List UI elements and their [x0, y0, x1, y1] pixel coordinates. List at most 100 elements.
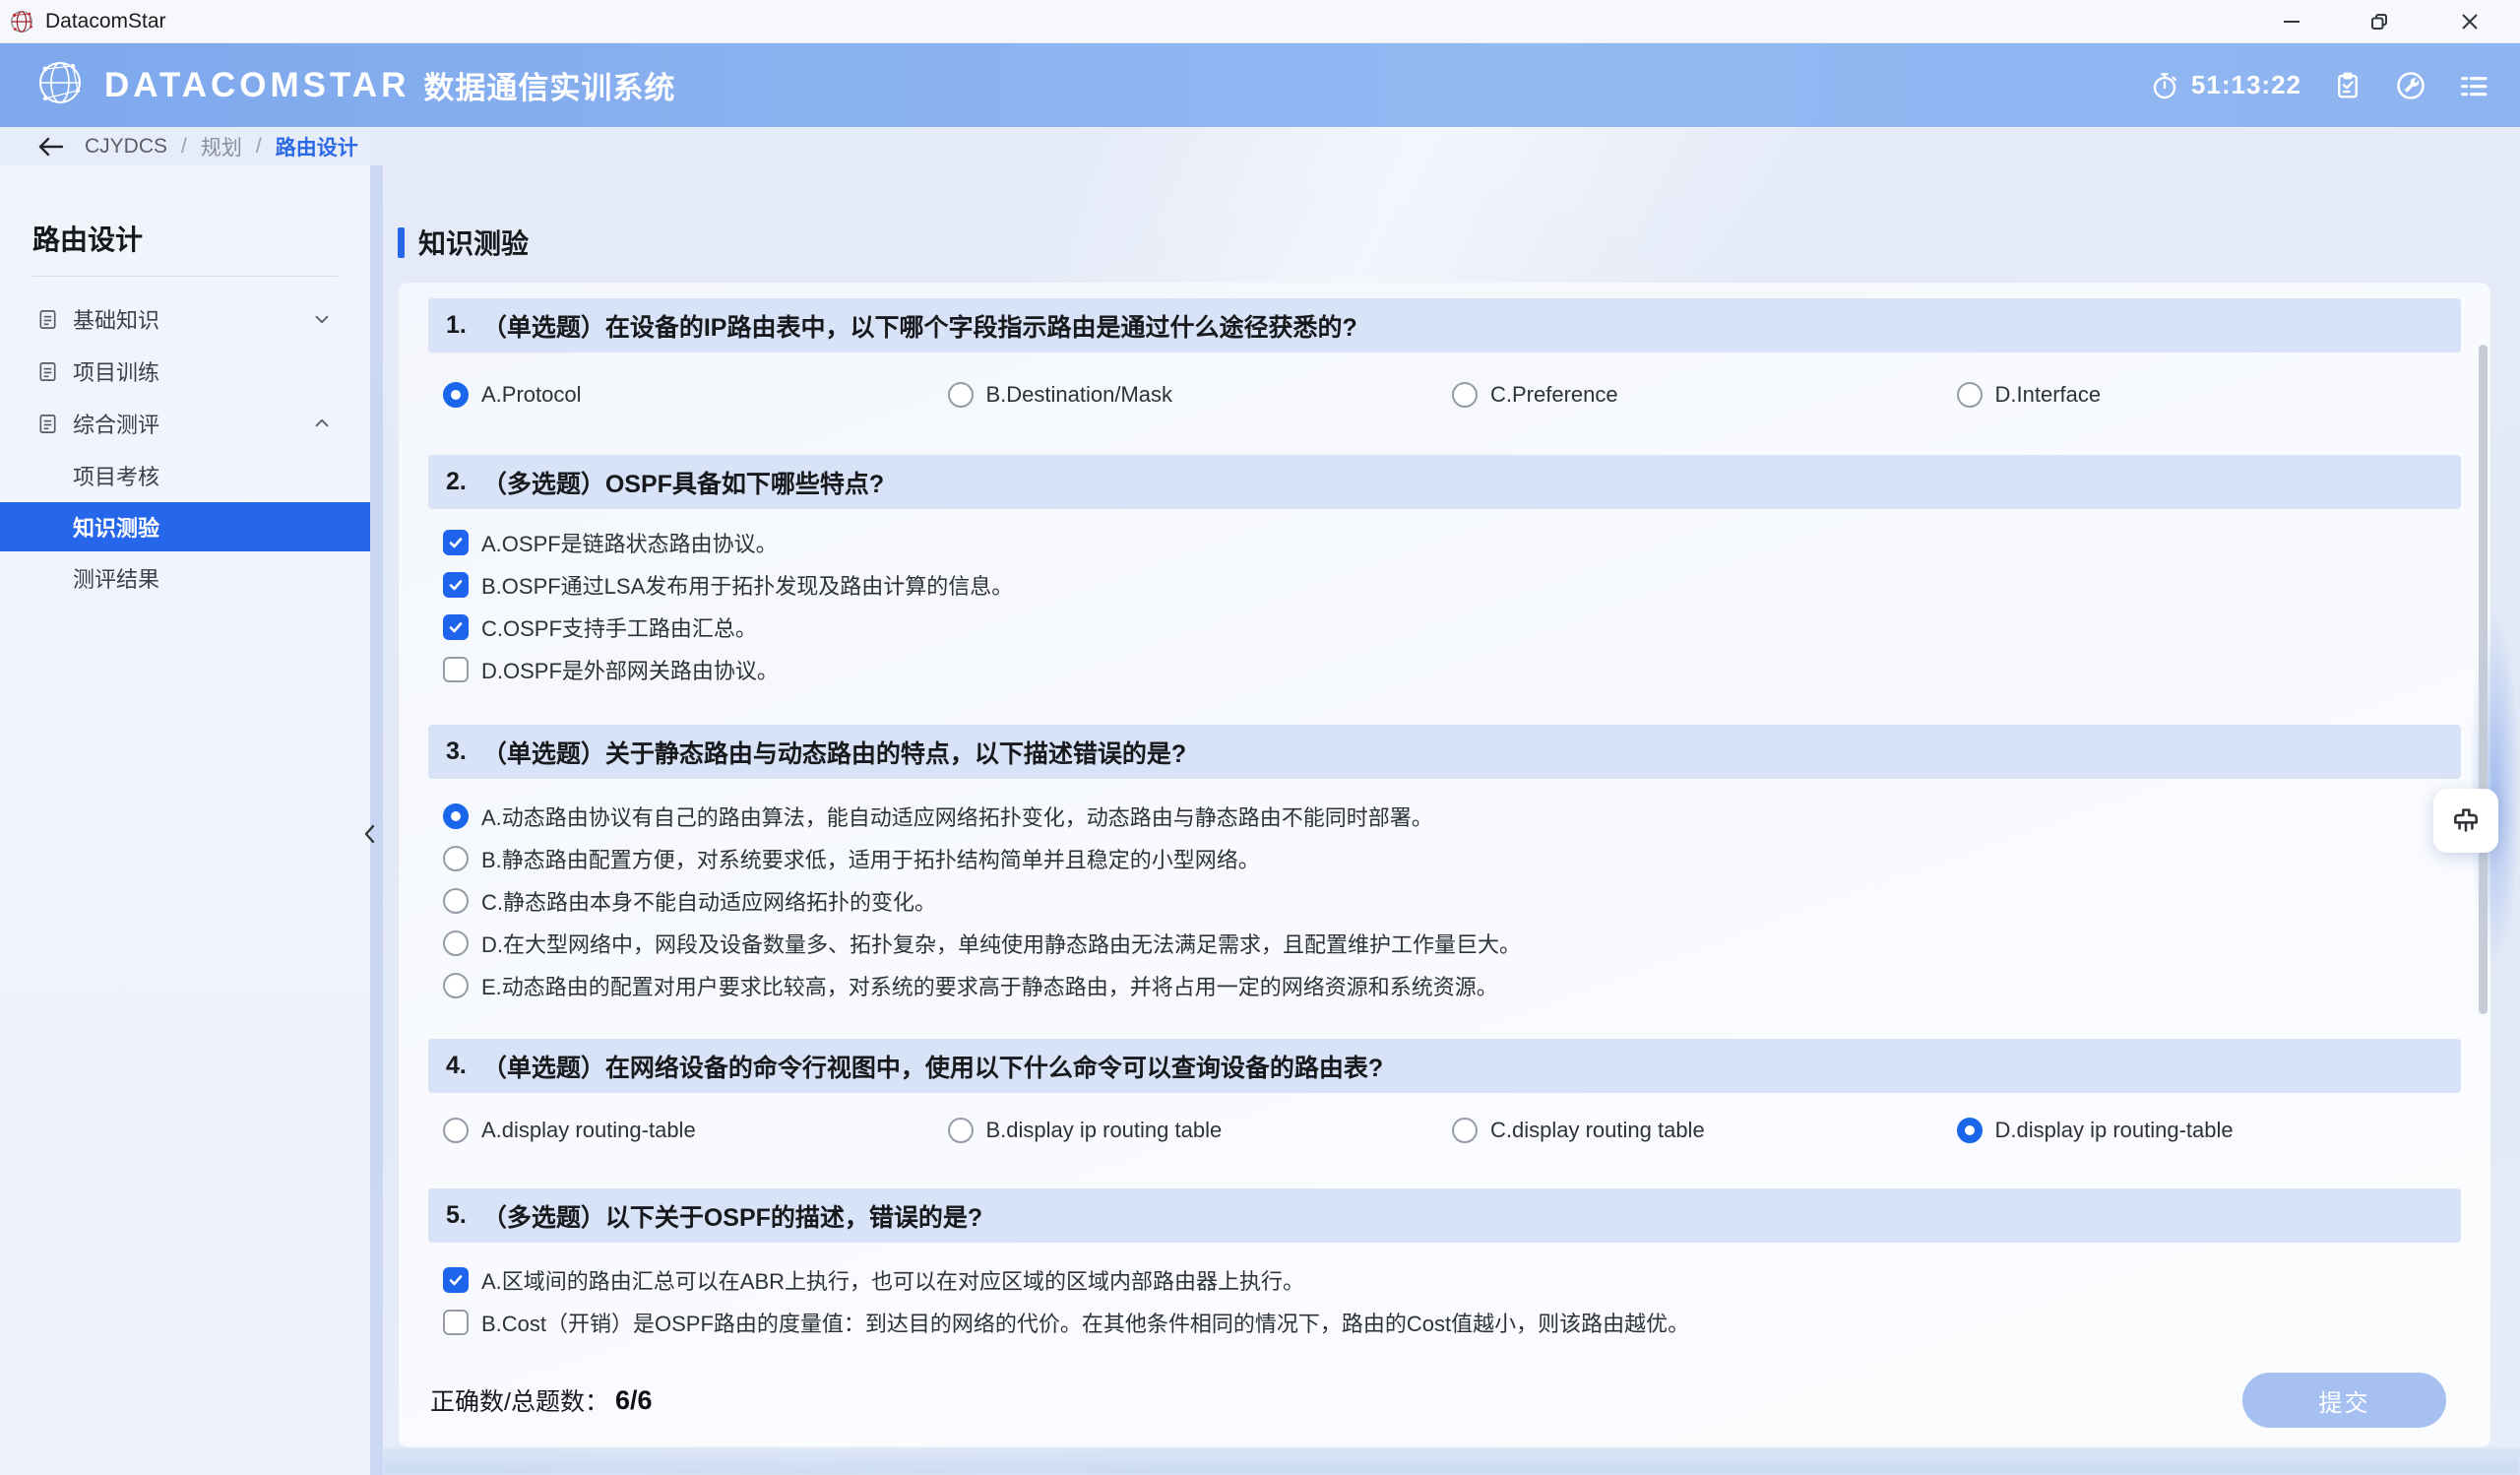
sidebar-item-assessment[interactable]: 综合测评: [0, 400, 370, 447]
option-item[interactable]: C.OSPF支持手工路由汇总。: [443, 609, 1013, 645]
sidebar-subitem-results[interactable]: 测评结果: [0, 554, 370, 602]
restore-button[interactable]: [2357, 0, 2402, 43]
radio-selected-icon[interactable]: [443, 803, 469, 829]
sidebar-item-project-training[interactable]: 项目训练: [0, 348, 370, 395]
radio-icon[interactable]: [1452, 382, 1478, 408]
checkbox-checked-icon[interactable]: [443, 1267, 469, 1293]
option-item[interactable]: C.display routing table: [1452, 1118, 1957, 1143]
breadcrumb-item-root[interactable]: CJYDCS: [85, 135, 167, 159]
radio-selected-icon[interactable]: [1957, 1118, 1983, 1143]
brand-name-cn: 数据通信实训系统: [423, 63, 675, 107]
application-window: DatacomStar: [0, 0, 2520, 1475]
stopwatch-icon: [2148, 69, 2181, 102]
checkbox-checked-icon[interactable]: [443, 614, 469, 640]
question-5-header: 5. （多选题）以下关于OSPF的描述，错误的是?: [428, 1188, 2461, 1243]
option-item[interactable]: B.display ip routing table: [948, 1118, 1453, 1143]
document-icon: [36, 360, 59, 383]
sidebar-subitem-project-exam[interactable]: 项目考核: [0, 452, 370, 499]
document-icon: [36, 413, 59, 435]
option-item[interactable]: D.display ip routing-table: [1957, 1118, 2462, 1143]
option-item[interactable]: A.Protocol: [443, 382, 948, 408]
submit-button[interactable]: 提交: [2242, 1373, 2446, 1428]
sidebar-subitem-label: 知识测验: [73, 511, 159, 543]
option-label: B.Cost（开销）是OSPF路由的度量值：到达目的网络的代价。在其他条件相同的…: [481, 1307, 1689, 1338]
question-3-header: 3. （单选题）关于静态路由与动态路由的特点，以下描述错误的是?: [428, 725, 2461, 779]
exam-timer: 51:13:22: [2148, 69, 2301, 102]
option-label: D.Interface: [1995, 382, 2102, 408]
option-item[interactable]: B.Cost（开销）是OSPF路由的度量值：到达目的网络的代价。在其他条件相同的…: [443, 1305, 1689, 1340]
breadcrumb-item-current: 路由设计: [276, 132, 358, 161]
option-label: A.display routing-table: [481, 1118, 696, 1143]
checkbox-icon[interactable]: [443, 657, 469, 682]
question-4-options: A.display routing-table B.display ip rou…: [443, 1106, 2461, 1155]
close-button[interactable]: [2447, 0, 2492, 43]
menu-list-icon[interactable]: [2457, 69, 2490, 102]
exam-sheet-icon[interactable]: [2331, 69, 2364, 102]
question-number: 1.: [446, 311, 467, 340]
option-label: A.OSPF是链路状态路由协议。: [481, 527, 778, 558]
quiz-panel: 1. （单选题）在设备的IP路由表中，以下哪个字段指示路由是通过什么途径获悉的?…: [399, 283, 2490, 1447]
sidebar-subitem-knowledge-test[interactable]: 知识测验: [0, 502, 370, 551]
question-2-options: A.OSPF是链路状态路由协议。 B.OSPF通过LSA发布用于拓扑发现及路由计…: [443, 525, 1013, 687]
radio-icon[interactable]: [443, 973, 469, 998]
option-label: A.区域间的路由汇总可以在ABR上执行，也可以在对应区域的区域内部路由器上执行。: [481, 1264, 1304, 1296]
breadcrumb: CJYDCS / 规划 / 路由设计: [0, 127, 2520, 165]
minimize-button[interactable]: [2269, 0, 2314, 43]
window-title: DatacomStar: [45, 10, 166, 33]
question-number: 3.: [446, 738, 467, 766]
radio-icon[interactable]: [443, 930, 469, 956]
chevron-up-icon: [311, 413, 333, 434]
checkbox-icon[interactable]: [443, 1310, 469, 1335]
vertical-scrollbar[interactable]: [2479, 345, 2488, 1014]
sidebar-item-basics[interactable]: 基础知识: [0, 295, 370, 343]
sidebar-divider: [32, 276, 338, 277]
radio-icon[interactable]: [443, 1118, 469, 1143]
checkbox-checked-icon[interactable]: [443, 530, 469, 555]
back-arrow-icon[interactable]: [35, 134, 65, 160]
option-item[interactable]: C.Preference: [1452, 382, 1957, 408]
radio-icon[interactable]: [948, 1118, 974, 1143]
radio-icon[interactable]: [443, 888, 469, 914]
option-item[interactable]: B.Destination/Mask: [948, 382, 1453, 408]
option-label: A.Protocol: [481, 382, 582, 408]
option-label: B.OSPF通过LSA发布用于拓扑发现及路由计算的信息。: [481, 569, 1013, 601]
question-1-header: 1. （单选题）在设备的IP路由表中，以下哪个字段指示路由是通过什么途径获悉的?: [428, 298, 2461, 353]
option-item[interactable]: A.动态路由协议有自己的路由算法，能自动适应网络拓扑变化，动态路由与静态路由不能…: [443, 799, 1521, 834]
option-item[interactable]: B.静态路由配置方便，对系统要求低，适用于拓扑结构简单并且稳定的小型网络。: [443, 841, 1521, 876]
option-item[interactable]: A.OSPF是链路状态路由协议。: [443, 525, 1013, 560]
sidebar-collapse-chevron[interactable]: [358, 817, 382, 851]
tools-wrench-icon[interactable]: [2394, 69, 2427, 102]
option-item[interactable]: D.Interface: [1957, 382, 2462, 408]
question-title: （单选题）在网络设备的命令行视图中，使用以下什么命令可以查询设备的路由表?: [482, 1049, 1383, 1084]
option-item[interactable]: E.动态路由的配置对用户要求比较高，对系统的要求高于静态路由，并将占用一定的网络…: [443, 968, 1521, 1003]
app-header: DATACOMSTAR 数据通信实训系统 51:13:22: [0, 43, 2520, 127]
os-titlebar: DatacomStar: [0, 0, 2520, 43]
radio-icon[interactable]: [443, 846, 469, 871]
option-item[interactable]: D.在大型网络中，网段及设备数量多、拓扑复杂，单纯使用静态路由无法满足需求，且配…: [443, 926, 1521, 961]
bottom-fade-band: [383, 1447, 2520, 1475]
breadcrumb-item-plan[interactable]: 规划: [201, 132, 242, 161]
option-item[interactable]: A.display routing-table: [443, 1118, 948, 1143]
clean-brush-button[interactable]: [2433, 789, 2498, 853]
option-label: B.静态路由配置方便，对系统要求低，适用于拓扑结构简单并且稳定的小型网络。: [481, 843, 1260, 874]
option-label: C.display routing table: [1490, 1118, 1705, 1143]
question-number: 4.: [446, 1052, 467, 1080]
right-edge-glow: [2469, 610, 2520, 965]
app-logo-globe-icon: [8, 8, 35, 35]
option-item[interactable]: B.OSPF通过LSA发布用于拓扑发现及路由计算的信息。: [443, 567, 1013, 603]
sidebar-subitem-label: 项目考核: [73, 460, 159, 491]
option-item[interactable]: C.静态路由本身不能自动适应网络拓扑的变化。: [443, 883, 1521, 919]
radio-selected-icon[interactable]: [443, 382, 469, 408]
radio-icon[interactable]: [1452, 1118, 1478, 1143]
option-item[interactable]: D.OSPF是外部网关路由协议。: [443, 652, 1013, 687]
section-header: 知识测验: [398, 223, 529, 262]
sidebar-title: 路由设计: [32, 219, 143, 258]
radio-icon[interactable]: [948, 382, 974, 408]
radio-icon[interactable]: [1957, 382, 1983, 408]
question-4-header: 4. （单选题）在网络设备的命令行视图中，使用以下什么命令可以查询设备的路由表?: [428, 1039, 2461, 1093]
score-label: 正确数/总题数：: [430, 1382, 609, 1418]
checkbox-checked-icon[interactable]: [443, 572, 469, 598]
option-item[interactable]: A.区域间的路由汇总可以在ABR上执行，也可以在对应区域的区域内部路由器上执行。: [443, 1262, 1689, 1298]
score-value: 6/6: [615, 1385, 653, 1416]
option-label: D.在大型网络中，网段及设备数量多、拓扑复杂，单纯使用静态路由无法满足需求，且配…: [481, 928, 1521, 959]
